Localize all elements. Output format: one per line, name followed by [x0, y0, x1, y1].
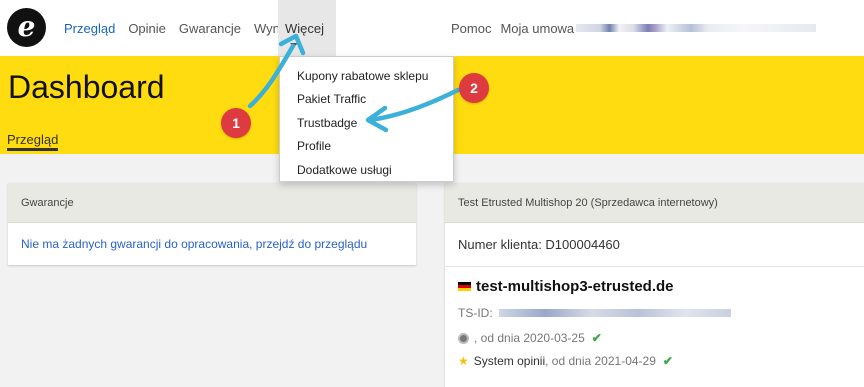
redacted-account-name [576, 24, 816, 32]
reviews-since: , od dnia 2021-04-29 [545, 354, 656, 368]
menu-item-profile[interactable]: Profile [280, 135, 453, 159]
caret-down-icon [290, 42, 298, 47]
main-nav: Przegląd Opinie Gwarancje Wyniki [64, 0, 305, 56]
seal-since: , od dnia 2020-03-25 [474, 331, 585, 345]
right-nav: Pomoc Moja umowa [451, 21, 583, 36]
customer-number: Numer klienta: D100004460 [445, 223, 864, 267]
german-flag-icon [458, 282, 471, 291]
seal-row: , od dnia 2020-03-25 ✔ [458, 331, 602, 345]
nav-more-label: Więcej [285, 21, 325, 36]
guarantees-overview-link[interactable]: Nie ma żadnych gwarancji do opracowania,… [8, 223, 416, 251]
redacted-ts-id [498, 309, 731, 317]
reviews-row: ★ System opinii , od dnia 2021-04-29 ✔ [458, 354, 673, 368]
shop-name: test-multishop3-etrusted.de [476, 278, 674, 295]
shop-title: test-multishop3-etrusted.de [458, 278, 674, 295]
nav-contract[interactable]: Moja umowa [500, 21, 574, 36]
guarantees-card-title: Gwarancje [8, 183, 416, 223]
nav-more-dropdown-toggle[interactable]: Więcej [278, 0, 336, 56]
brand-logo[interactable]: e [7, 8, 46, 47]
star-icon: ★ [458, 354, 469, 368]
more-dropdown-menu: Kupony rabatowe sklepu Pakiet Traffic Tr… [279, 56, 454, 182]
top-navbar: e Przegląd Opinie Gwarancje Wyniki Więce… [0, 0, 864, 56]
shop-card: Test Etrusted Multishop 20 (Sprzedawca i… [445, 183, 864, 387]
ts-id-row: TS-ID: [458, 306, 731, 320]
menu-item-shop-coupons[interactable]: Kupony rabatowe sklepu [280, 64, 453, 88]
tab-overview[interactable]: Przegląd [7, 132, 59, 151]
menu-item-additional-services[interactable]: Dodatkowe usługi [280, 158, 453, 182]
menu-item-trustbadge[interactable]: Trustbadge [280, 111, 453, 135]
annotation-badge-2: 2 [459, 73, 489, 103]
nav-item-overview[interactable]: Przegląd [64, 21, 115, 36]
annotation-badge-1: 1 [221, 108, 251, 138]
check-icon: ✔ [662, 354, 673, 368]
ts-id-label: TS-ID: [458, 306, 493, 320]
page-title: Dashboard [8, 69, 165, 105]
check-icon: ✔ [591, 331, 602, 345]
nav-help[interactable]: Pomoc [451, 21, 491, 36]
trust-seal-icon [458, 332, 469, 344]
nav-item-reviews[interactable]: Opinie [128, 21, 166, 36]
shop-card-title: Test Etrusted Multishop 20 (Sprzedawca i… [445, 183, 864, 223]
menu-item-traffic-package[interactable]: Pakiet Traffic [280, 88, 453, 112]
guarantees-card: Gwarancje Nie ma żadnych gwarancji do op… [8, 183, 416, 265]
nav-item-guarantees[interactable]: Gwarancje [179, 21, 241, 36]
reviews-label: System opinii [473, 354, 546, 368]
